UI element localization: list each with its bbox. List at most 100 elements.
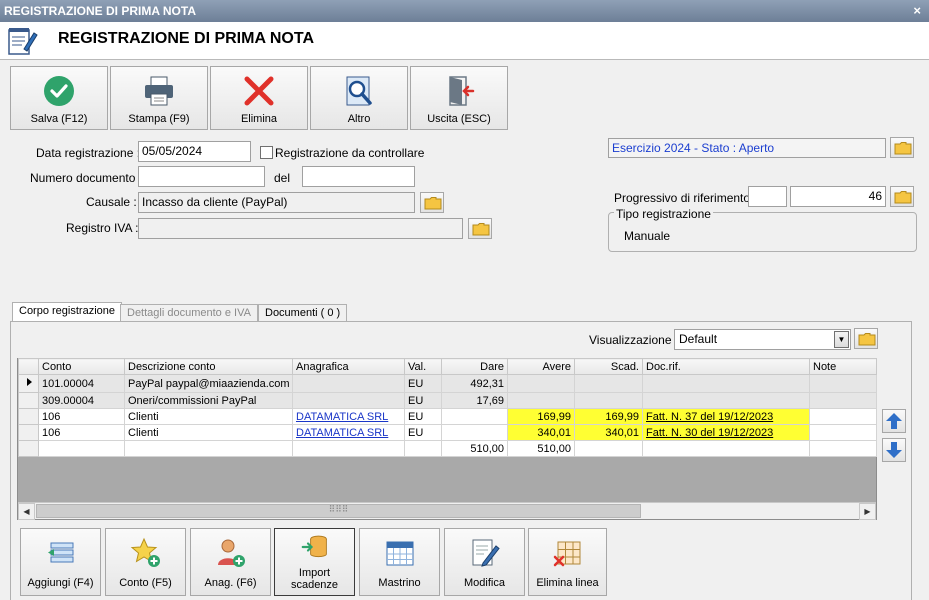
page-header: REGISTRAZIONE DI PRIMA NOTA [0, 22, 929, 60]
progressivo-prefix-input[interactable] [748, 186, 787, 207]
cell-note[interactable] [809, 374, 877, 393]
progressivo-number-input[interactable]: 46 [790, 186, 886, 207]
cell-note[interactable] [809, 392, 877, 409]
esercizio-browse-button[interactable] [890, 137, 914, 158]
table-row[interactable]: 106 Clienti DATAMATICA SRL EU 169,99 169… [18, 408, 877, 425]
delete-button[interactable]: Elimina [210, 66, 308, 130]
data-registrazione-label: Data registrazione : [36, 146, 141, 160]
grid-horizontal-scrollbar[interactable]: ◀ ⠿⠿⠿ ▶ [18, 502, 876, 520]
del-date-input[interactable] [302, 166, 415, 187]
save-button[interactable]: Salva (F12) [10, 66, 108, 130]
cell-avere[interactable]: 169,99 [507, 408, 575, 425]
cell-conto[interactable]: 101.00004 [38, 374, 125, 393]
cell-conto[interactable]: 106 [38, 424, 125, 441]
row-indicator [18, 408, 39, 425]
progressivo-browse-button[interactable] [890, 186, 914, 207]
col-avere[interactable]: Avere [507, 358, 575, 375]
cell-anagrafica-link[interactable]: DATAMATICA SRL [292, 424, 405, 441]
cell-conto[interactable]: 309.00004 [38, 392, 125, 409]
mastrino-button[interactable]: Mastrino [359, 528, 440, 596]
cell-avere[interactable] [507, 392, 575, 409]
import-scadenze-button[interactable]: Import scadenze [274, 528, 355, 596]
cell-dare[interactable]: 17,69 [441, 392, 508, 409]
cell-valuta[interactable]: EU [404, 392, 442, 409]
print-button[interactable]: Stampa (F9) [110, 66, 208, 130]
cell-valuta[interactable]: EU [404, 408, 442, 425]
cell-scad[interactable] [574, 392, 643, 409]
causale-input[interactable]: Incasso da cliente (PayPal) [138, 192, 415, 213]
cell-scad[interactable]: 169,99 [574, 408, 643, 425]
cell-descrizione[interactable]: Clienti [124, 424, 293, 441]
col-note[interactable]: Note [809, 358, 877, 375]
scrollbar-thumb[interactable]: ⠿⠿⠿ [36, 504, 641, 518]
cell-anagrafica-link[interactable]: DATAMATICA SRL [292, 408, 405, 425]
data-registrazione-input[interactable]: 05/05/2024 [138, 141, 251, 162]
cell-docrif-link[interactable]: Fatt. N. 37 del 19/12/2023 [642, 408, 810, 425]
checkmark-icon [44, 76, 74, 106]
totals-empty [38, 440, 125, 457]
cell-dare[interactable] [441, 408, 508, 425]
col-docrif[interactable]: Doc.rif. [642, 358, 810, 375]
cell-conto[interactable]: 106 [38, 408, 125, 425]
tab-corpo-registrazione[interactable]: Corpo registrazione [12, 302, 122, 322]
modifica-button[interactable]: Modifica [444, 528, 525, 596]
col-anagrafica[interactable]: Anagrafica [292, 358, 405, 375]
cell-avere[interactable]: 340,01 [507, 424, 575, 441]
cell-note[interactable] [809, 408, 877, 425]
arrow-up-icon [886, 413, 902, 429]
cell-descrizione[interactable]: Clienti [124, 408, 293, 425]
window-title: REGISTRAZIONE DI PRIMA NOTA [4, 4, 196, 18]
cell-descrizione[interactable]: Oneri/commissioni PayPal [124, 392, 293, 409]
cell-docrif[interactable] [642, 374, 810, 393]
window-titlebar: REGISTRAZIONE DI PRIMA NOTA × [0, 0, 929, 22]
move-down-button[interactable] [882, 438, 906, 462]
del-label: del [274, 171, 291, 185]
table-row[interactable]: 101.00004 PayPal paypal@miaazienda.com E… [18, 374, 877, 393]
cell-descrizione[interactable]: PayPal paypal@miaazienda.com [124, 374, 293, 393]
cell-dare[interactable] [441, 424, 508, 441]
da-controllare-label: Registrazione da controllare [275, 146, 425, 160]
import-label-line1: Import [298, 567, 331, 579]
delete-label: Elimina [240, 113, 278, 125]
exit-button[interactable]: Uscita (ESC) [410, 66, 508, 130]
visualizzazione-browse-button[interactable] [854, 328, 878, 349]
scroll-left-icon[interactable]: ◀ [18, 503, 35, 520]
col-valuta[interactable]: Val. [404, 358, 442, 375]
cell-scad[interactable]: 340,01 [574, 424, 643, 441]
elimina-linea-button[interactable]: Elimina linea [528, 528, 607, 596]
numero-documento-input[interactable] [138, 166, 265, 187]
col-scad[interactable]: Scad. [574, 358, 643, 375]
causale-browse-button[interactable] [420, 192, 444, 213]
aggiungi-label: Aggiungi (F4) [27, 577, 94, 589]
cell-anagrafica[interactable] [292, 392, 405, 409]
chevron-down-icon[interactable]: ▼ [834, 331, 849, 348]
cell-dare[interactable]: 492,31 [441, 374, 508, 393]
registro-iva-input[interactable] [138, 218, 463, 239]
da-controllare-checkbox[interactable] [260, 146, 273, 159]
cell-docrif[interactable] [642, 392, 810, 409]
aggiungi-button[interactable]: Aggiungi (F4) [20, 528, 101, 596]
cell-note[interactable] [809, 424, 877, 441]
col-conto[interactable]: Conto [38, 358, 125, 375]
tab-documenti[interactable]: Documenti ( 0 ) [258, 304, 348, 322]
cell-docrif-link[interactable]: Fatt. N. 30 del 19/12/2023 [642, 424, 810, 441]
cell-valuta[interactable]: EU [404, 424, 442, 441]
table-row[interactable]: 309.00004 Oneri/commissioni PayPal EU 17… [18, 392, 877, 409]
other-button[interactable]: Altro [310, 66, 408, 130]
close-icon[interactable]: × [913, 3, 921, 18]
move-up-button[interactable] [882, 409, 906, 433]
cell-anagrafica[interactable] [292, 374, 405, 393]
col-dare[interactable]: Dare [441, 358, 508, 375]
cell-scad[interactable] [574, 374, 643, 393]
table-row[interactable]: 106 Clienti DATAMATICA SRL EU 340,01 340… [18, 424, 877, 441]
scroll-right-icon[interactable]: ▶ [859, 503, 876, 520]
visualizzazione-select[interactable]: Default ▼ [674, 329, 851, 350]
cell-valuta[interactable]: EU [404, 374, 442, 393]
cell-avere[interactable] [507, 374, 575, 393]
conto-button[interactable]: Conto (F5) [105, 528, 186, 596]
notepad-pencil-icon [8, 28, 38, 55]
col-descrizione[interactable]: Descrizione conto [124, 358, 293, 375]
tab-dettagli-documento[interactable]: Dettagli documento e IVA [120, 304, 258, 322]
anagrafica-button[interactable]: Anag. (F6) [190, 528, 271, 596]
registro-iva-browse-button[interactable] [468, 218, 492, 239]
